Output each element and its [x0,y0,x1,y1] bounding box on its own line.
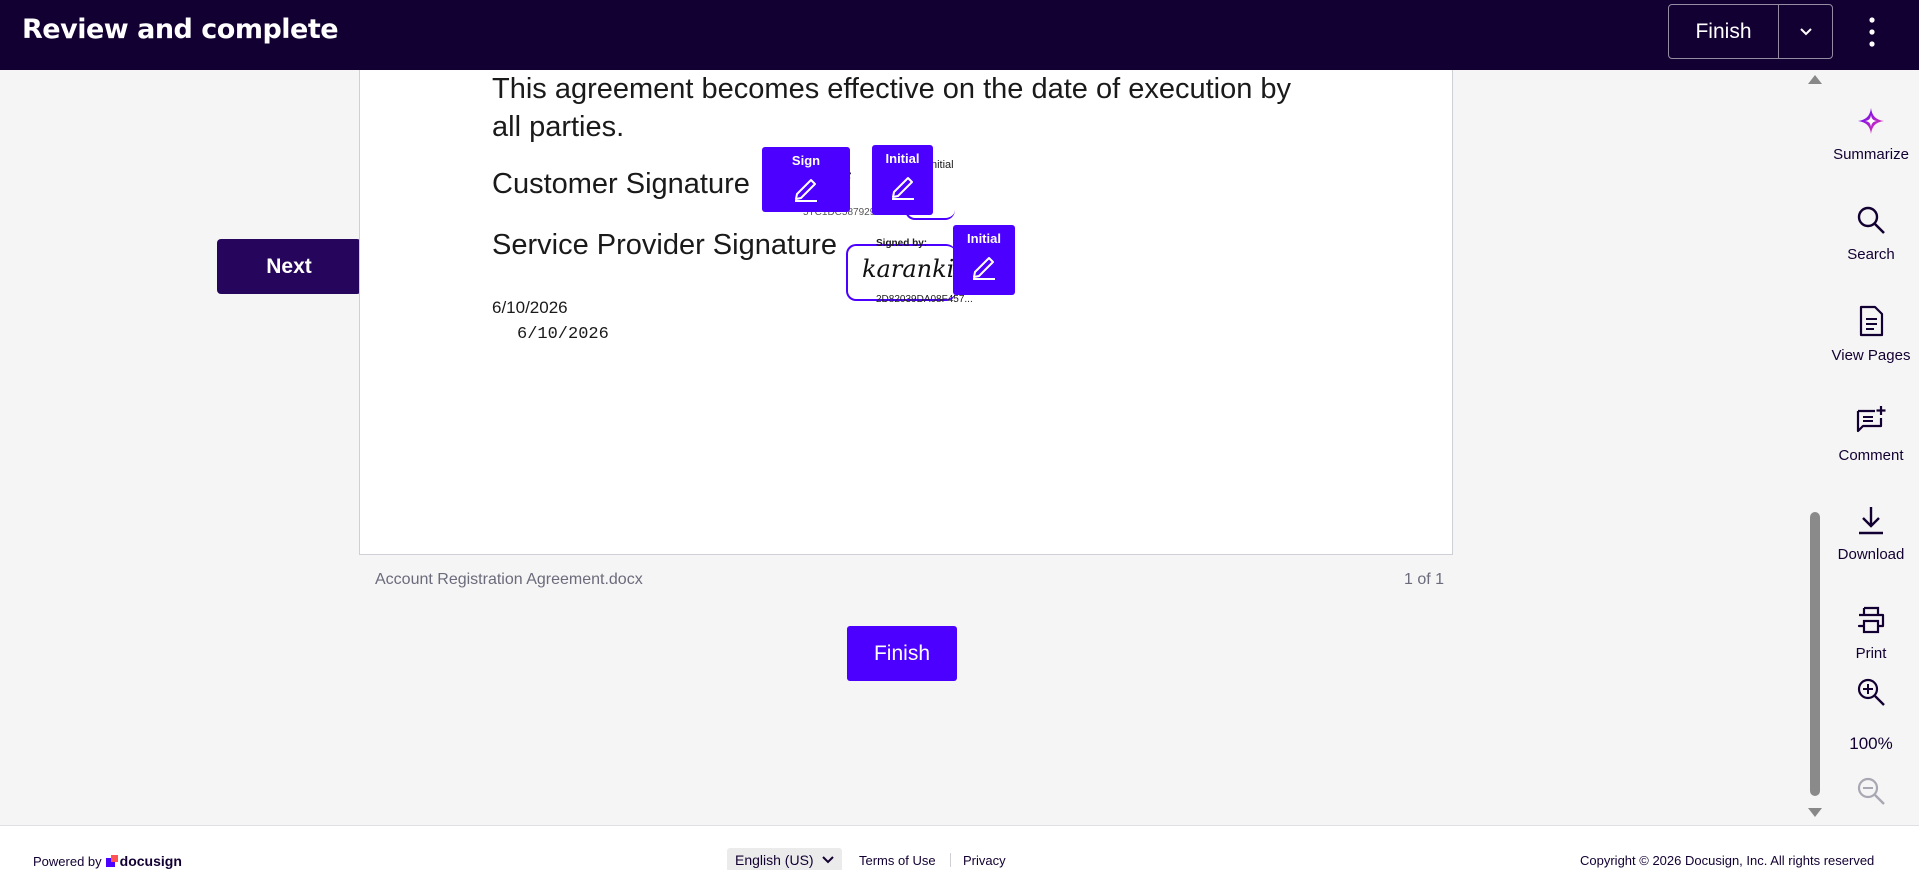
view-pages-tool[interactable]: View Pages [1823,305,1919,364]
scroll-down-arrow[interactable] [1808,808,1822,817]
chevron-down-icon [821,856,834,864]
document-page: This agreement becomes effective on the … [359,70,1453,555]
docusign-brand-text: docusign [119,853,182,869]
pen-icon [891,177,914,200]
date-field-2: 6/10/2026 [517,325,609,344]
pen-icon [795,179,817,202]
page-title: Review and complete [22,14,339,45]
next-button[interactable]: Next [217,239,361,294]
zoom-in-button[interactable] [1823,677,1919,707]
document-file-name: Account Registration Agreement.docx [375,571,643,588]
language-label: English (US) [735,852,814,868]
footer: Powered by docusign English (US) Terms o… [0,825,1919,870]
summarize-label: Summarize [1833,146,1909,163]
privacy-link[interactable]: Privacy [963,853,1006,868]
docusign-logo-icon [105,855,118,867]
sign-tag-label: Sign [791,153,821,168]
page-count: 1 of 1 [1404,571,1445,588]
view-pages-label: View Pages [1831,347,1911,364]
initial-tag-customer[interactable]: Initial [872,145,933,215]
pen-icon [973,257,995,280]
customer-initial-partial: nitial [931,159,954,171]
print-tool[interactable]: Print [1823,605,1919,662]
finish-bottom-button[interactable]: Finish [847,626,957,681]
more-options-button[interactable] [1849,4,1895,59]
initial-tag-provider[interactable]: Initial [953,225,1015,295]
powered-by-label: Powered by [33,853,102,869]
zoom-in-icon [1857,678,1885,706]
tools-sidebar: Summarize Search View Pages Comment Down… [1823,70,1919,825]
provider-signed-by: Signed by: [876,238,928,249]
footer-divider [950,853,951,867]
finish-options-button[interactable] [1779,5,1832,58]
powered-by: Powered by docusign [33,853,182,869]
scroll-up-arrow[interactable] [1808,75,1822,84]
comment-tool[interactable]: Comment [1823,405,1919,464]
chevron-down-icon [1799,27,1812,35]
print-icon [1857,606,1885,634]
comment-label: Comment [1838,447,1904,464]
comment-add-icon [1856,406,1886,433]
app-header: Review and complete Finish [0,0,1919,70]
initial-tag-label-2: Initial [967,231,1001,246]
search-icon [1857,206,1885,234]
initial-tag-label: Initial [885,151,920,166]
language-selector[interactable]: English (US) [727,848,842,870]
provider-signature-label: Service Provider Signature [492,229,837,261]
copyright-text: Copyright © 2026 Docusign, Inc. All righ… [1580,853,1875,868]
summarize-tool[interactable]: Summarize [1823,106,1919,163]
more-vertical-icon [1869,16,1875,47]
search-tool[interactable]: Search [1823,204,1919,263]
zoom-out-button[interactable] [1823,776,1919,806]
download-icon [1859,507,1883,535]
download-label: Download [1837,546,1905,563]
scrollbar-thumb[interactable] [1810,512,1820,796]
agreement-paragraph: This agreement becomes effective on the … [492,73,1292,143]
zoom-out-icon [1857,777,1885,805]
document-icon [1859,305,1884,337]
docusign-logo: docusign [105,853,182,869]
sign-tag[interactable]: Sign [762,147,850,212]
date-field-1: 6/10/2026 [492,298,568,317]
search-label: Search [1847,246,1895,263]
terms-of-use-link[interactable]: Terms of Use [859,853,936,868]
sparkle-icon [1858,108,1884,134]
print-label: Print [1855,645,1887,662]
provider-signature-id: 2D82039DA08F457... [876,294,973,305]
finish-button[interactable]: Finish [1669,5,1779,58]
zoom-level: 100% [1849,734,1893,753]
finish-button-group: Finish [1668,4,1833,59]
customer-signature-label: Customer Signature [492,168,750,200]
download-tool[interactable]: Download [1823,504,1919,563]
